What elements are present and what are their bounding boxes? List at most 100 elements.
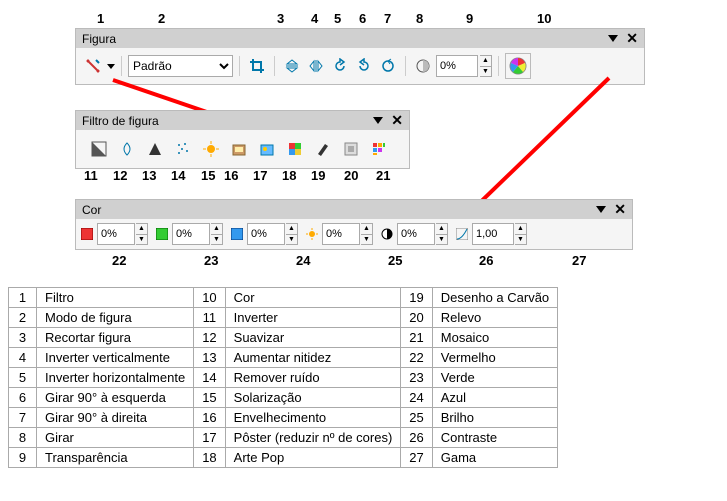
label-23: 23 <box>204 253 218 268</box>
contrast-input[interactable] <box>397 223 435 245</box>
solarize-button[interactable] <box>200 138 222 160</box>
legend-num: 22 <box>401 348 432 368</box>
legend-text: Inverter verticalmente <box>37 348 194 368</box>
flip-horizontal-button[interactable] <box>305 55 327 77</box>
legend-text: Relevo <box>432 308 557 328</box>
mode-select[interactable]: Padrão <box>128 55 233 77</box>
label-16: 16 <box>224 168 238 183</box>
label-3: 3 <box>277 11 284 26</box>
legend-text: Pôster (reduzir nº de cores) <box>225 428 401 448</box>
legend-text: Vermelho <box>432 348 557 368</box>
legend-text: Inverter <box>225 308 401 328</box>
legend-text: Transparência <box>37 448 194 468</box>
panel-menu-icon[interactable] <box>373 117 383 124</box>
legend-text: Mosaico <box>432 328 557 348</box>
rotate-button[interactable] <box>377 55 399 77</box>
legend-row: 8Girar17Pôster (reduzir nº de cores)26Co… <box>9 428 558 448</box>
brightness-spinner[interactable]: ▲▼ <box>361 223 373 245</box>
blue-icon <box>230 227 244 241</box>
legend-row: 2Modo de figura11Inverter20Relevo <box>9 308 558 328</box>
flip-vertical-button[interactable] <box>281 55 303 77</box>
label-21: 21 <box>376 168 390 183</box>
label-4: 4 <box>311 11 318 26</box>
filtro-title: Filtro de figura <box>82 114 159 128</box>
legend-text: Girar 90° à direita <box>37 408 194 428</box>
legend-num: 4 <box>9 348 37 368</box>
poster-button[interactable] <box>256 138 278 160</box>
filtro-titlebar: Filtro de figura ✕ <box>76 111 409 130</box>
legend-num: 10 <box>194 288 225 308</box>
green-input[interactable] <box>172 223 210 245</box>
contrast-spinner[interactable]: ▲▼ <box>436 223 448 245</box>
green-spinner[interactable]: ▲▼ <box>211 223 223 245</box>
popart-button[interactable] <box>284 138 306 160</box>
crop-button[interactable] <box>246 55 268 77</box>
legend-num: 13 <box>194 348 225 368</box>
legend-num: 11 <box>194 308 225 328</box>
label-27: 27 <box>572 253 586 268</box>
legend-text: Contraste <box>432 428 557 448</box>
legend-table: 1Filtro10Cor19Desenho a Carvão2Modo de f… <box>8 287 558 468</box>
smooth-button[interactable] <box>116 138 138 160</box>
red-spinner[interactable]: ▲▼ <box>136 223 148 245</box>
legend-text: Desenho a Carvão <box>432 288 557 308</box>
label-6: 6 <box>359 11 366 26</box>
charcoal-button[interactable] <box>312 138 334 160</box>
figura-panel: Figura ✕ Padrão <box>75 28 645 85</box>
brightness-input[interactable] <box>322 223 360 245</box>
close-icon[interactable]: ✕ <box>626 30 638 47</box>
filter-button[interactable] <box>82 55 104 77</box>
color-button[interactable] <box>505 53 531 79</box>
legend-row: 4Inverter verticalmente13Aumentar nitide… <box>9 348 558 368</box>
transparency-icon <box>412 55 434 77</box>
panel-menu-icon[interactable] <box>608 35 618 42</box>
rotate-right-button[interactable] <box>353 55 375 77</box>
close-icon[interactable]: ✕ <box>391 112 403 129</box>
legend-num: 20 <box>401 308 432 328</box>
legend-num: 18 <box>194 448 225 468</box>
label-7: 7 <box>384 11 391 26</box>
contrast-icon <box>380 227 394 241</box>
filter-dropdown-icon[interactable] <box>107 64 115 69</box>
legend-num: 23 <box>401 368 432 388</box>
label-13: 13 <box>142 168 156 183</box>
legend-num: 1 <box>9 288 37 308</box>
green-icon <box>155 227 169 241</box>
blue-spinner[interactable]: ▲▼ <box>286 223 298 245</box>
gamma-input[interactable] <box>472 223 514 245</box>
sharpen-button[interactable] <box>144 138 166 160</box>
label-19: 19 <box>311 168 325 183</box>
legend-num: 17 <box>194 428 225 448</box>
gamma-spinner[interactable]: ▲▼ <box>515 223 527 245</box>
transparency-spinner[interactable]: ▲▼ <box>480 55 492 77</box>
panel-menu-icon[interactable] <box>596 206 606 213</box>
mosaic-button[interactable] <box>368 138 390 160</box>
label-11: 11 <box>84 168 98 183</box>
label-22: 22 <box>112 253 126 268</box>
legend-num: 26 <box>401 428 432 448</box>
blue-input[interactable] <box>247 223 285 245</box>
aging-button[interactable] <box>228 138 250 160</box>
gamma-icon <box>455 227 469 241</box>
legend-num: 5 <box>9 368 37 388</box>
legend-num: 15 <box>194 388 225 408</box>
noise-button[interactable] <box>172 138 194 160</box>
label-18: 18 <box>282 168 296 183</box>
invert-button[interactable] <box>88 138 110 160</box>
brightness-icon <box>305 227 319 241</box>
legend-num: 12 <box>194 328 225 348</box>
label-14: 14 <box>171 168 185 183</box>
close-icon[interactable]: ✕ <box>614 201 626 218</box>
label-2: 2 <box>158 11 165 26</box>
legend-text: Girar <box>37 428 194 448</box>
label-9: 9 <box>466 11 473 26</box>
rotate-left-button[interactable] <box>329 55 351 77</box>
legend-num: 8 <box>9 428 37 448</box>
legend-text: Inverter horizontalmente <box>37 368 194 388</box>
relief-button[interactable] <box>340 138 362 160</box>
transparency-input[interactable] <box>436 55 478 77</box>
red-input[interactable] <box>97 223 135 245</box>
legend-num: 9 <box>9 448 37 468</box>
figura-toolbar: Padrão ▲▼ <box>76 48 644 84</box>
legend-num: 27 <box>401 448 432 468</box>
